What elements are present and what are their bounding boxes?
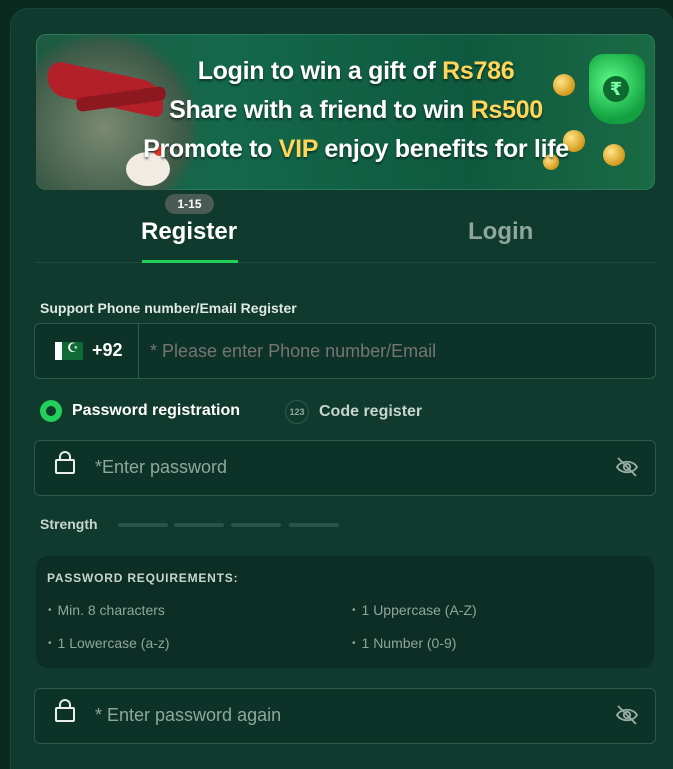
confirm-password-field[interactable]: * Enter password again [34, 688, 656, 744]
promo-banner[interactable]: ₹ Login to win a gift of Rs786 Share wit… [36, 34, 655, 190]
gift-amount: Rs786 [442, 57, 515, 85]
password-placeholder: *Enter password [95, 457, 228, 477]
banner-text: Login to win a gift of Rs786 Share with … [136, 52, 576, 169]
radio-selected-icon[interactable] [40, 400, 62, 422]
requirement-item: 1 Uppercase (A-Z) [352, 602, 477, 618]
field-divider [138, 324, 139, 378]
password-field[interactable]: *Enter password [34, 440, 656, 496]
phone-field: +92 [34, 323, 656, 379]
code-123-icon[interactable]: 123 [285, 400, 309, 424]
banner-line-2: Share with a friend to win Rs500 [169, 96, 543, 124]
lock-icon [55, 451, 75, 474]
rupee-sign-icon: ₹ [603, 76, 629, 102]
lock-icon [55, 699, 75, 722]
strength-bar-segment [174, 523, 224, 527]
pakistan-flag-icon[interactable] [55, 340, 83, 360]
requirement-item: 1 Lowercase (a-z) [48, 635, 170, 651]
country-code-select[interactable]: +92 [92, 340, 123, 361]
strength-bar-segment [118, 523, 168, 527]
eye-off-icon[interactable] [615, 457, 639, 477]
active-tab-indicator [142, 260, 238, 263]
option-code-register[interactable]: 123 Code register [285, 400, 422, 424]
tab-divider [36, 262, 656, 263]
requirement-item: Min. 8 characters [48, 602, 165, 618]
vip-text: VIP [278, 135, 318, 163]
money-bag-icon: ₹ [589, 54, 645, 124]
option-password-label: Password registration [72, 402, 241, 420]
share-amount: Rs500 [470, 96, 543, 124]
coin-icon [603, 144, 625, 166]
strength-bar-segment [289, 523, 339, 527]
banner-line-3: Promote to VIP enjoy benefits for life [143, 135, 569, 163]
phone-field-label: Support Phone number/Email Register [40, 300, 297, 316]
banner-line-1: Login to win a gift of Rs786 [197, 57, 515, 85]
requirements-title: PASSWORD REQUIREMENTS: [47, 571, 239, 585]
requirement-item: 1 Number (0-9) [352, 635, 457, 651]
register-badge: 1-15 [165, 194, 214, 214]
strength-label: Strength [40, 516, 98, 532]
strength-bar-segment [231, 523, 281, 527]
confirm-password-placeholder: * Enter password again [95, 705, 282, 725]
phone-email-input[interactable] [148, 340, 632, 363]
eye-off-icon[interactable] [615, 705, 639, 725]
option-password-registration[interactable]: Password registration [40, 400, 240, 422]
tab-login[interactable]: Login [468, 218, 533, 246]
tab-register[interactable]: Register [141, 218, 237, 246]
password-requirements: PASSWORD REQUIREMENTS: Min. 8 characters… [36, 556, 654, 668]
option-code-label: Code register [319, 403, 423, 421]
